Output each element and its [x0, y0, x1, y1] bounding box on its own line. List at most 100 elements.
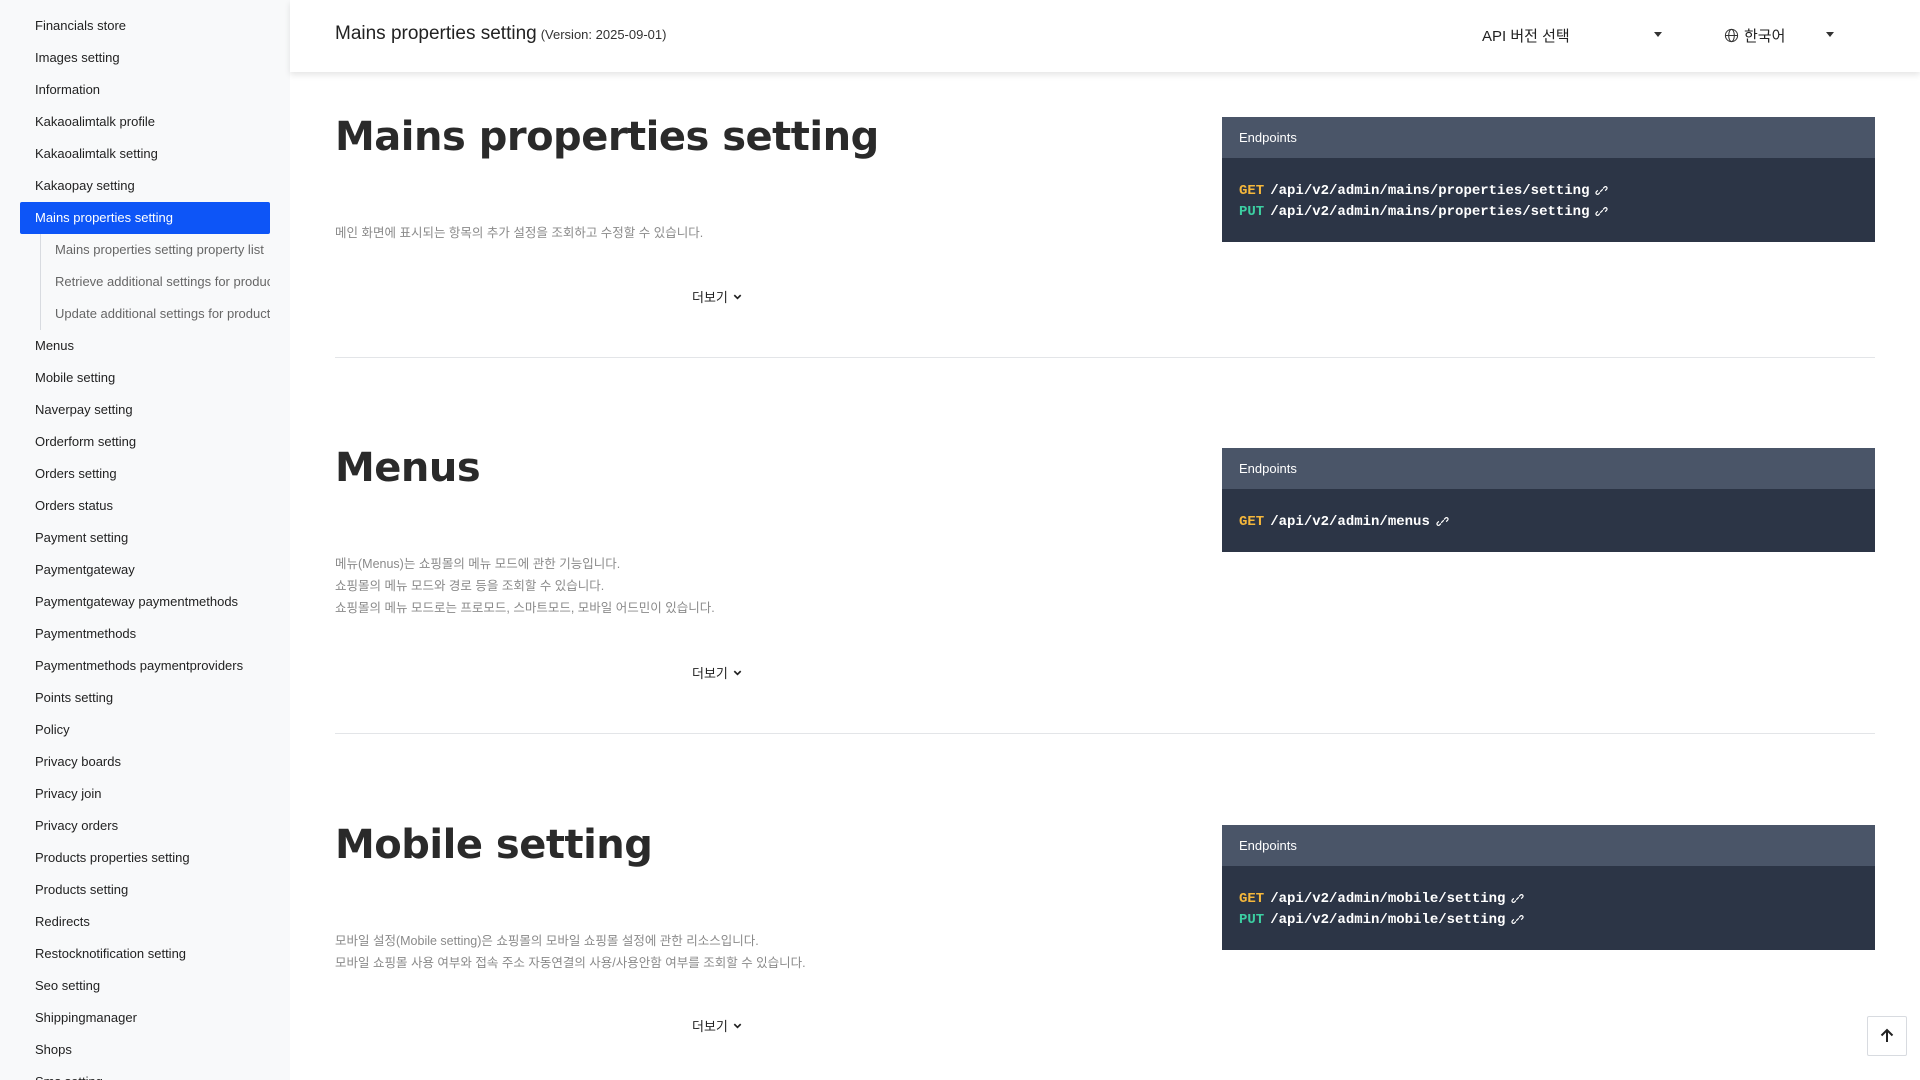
http-method: GET: [1239, 182, 1265, 199]
http-method: PUT: [1239, 911, 1265, 928]
sidebar-item[interactable]: Privacy boards: [20, 746, 270, 778]
http-method: GET: [1239, 513, 1265, 530]
sidebar-item[interactable]: Financials store: [20, 10, 270, 42]
endpoint-path: /api/v2/admin/mains/properties/setting: [1270, 182, 1590, 199]
description-line: 메뉴(Menus)는 쇼핑몰의 메뉴 모드에 관한 기능입니다.: [335, 557, 621, 571]
page-title: Mains properties setting (Version: 2025-0…: [335, 23, 666, 45]
section-title: Menus: [335, 445, 481, 491]
version-label: (Version: 2025-09-01): [540, 27, 667, 42]
more-button-label: 더보기: [692, 666, 728, 681]
sidebar-subitem[interactable]: Mains properties setting property list: [41, 234, 270, 266]
caret-down-icon: [1826, 32, 1834, 37]
sidebar-item[interactable]: Kakaopay setting: [20, 170, 270, 202]
endpoint-row[interactable]: GET /api/v2/admin/menus: [1239, 511, 1858, 532]
sidebar-item[interactable]: Paymentmethods paymentproviders: [20, 650, 270, 682]
page-title-text: Mains properties setting: [335, 23, 537, 44]
language-select[interactable]: 한국어: [1724, 22, 1834, 48]
sidebar-item[interactable]: Privacy join: [20, 778, 270, 810]
api-version-select-label: API 버전 선택: [1482, 27, 1570, 45]
sidebar-item[interactable]: Kakaoalimtalk setting: [20, 138, 270, 170]
sidebar-item[interactable]: Payment setting: [20, 522, 270, 554]
more-button[interactable]: 더보기: [692, 663, 743, 682]
top-header: Mains properties setting (Version: 2025-0…: [290, 0, 1920, 72]
sidebar-item[interactable]: Restocknotification setting: [20, 938, 270, 970]
endpoints-list: GET /api/v2/admin/menus: [1222, 489, 1875, 552]
sidebar-item[interactable]: Policy: [20, 714, 270, 746]
sidebar-item[interactable]: Redirects: [20, 906, 270, 938]
sidebar-item[interactable]: Shops: [20, 1034, 270, 1066]
endpoints-header: Endpoints: [1222, 825, 1875, 866]
sidebar-item[interactable]: Products setting: [20, 874, 270, 906]
endpoint-row[interactable]: GET /api/v2/admin/mains/properties/setti…: [1239, 180, 1858, 201]
language-select-label: 한국어: [1744, 27, 1786, 45]
description-line: 모바일 쇼핑몰 사용 여부와 접속 주소 자동연결의 사용/사용안함 여부를 조…: [335, 956, 806, 970]
section-title: Mains properties setting: [335, 114, 879, 160]
sidebar-item[interactable]: Menus: [20, 330, 270, 362]
sidebar-item[interactable]: Orders setting: [20, 458, 270, 490]
sidebar-item[interactable]: Information: [20, 74, 270, 106]
sidebar-item[interactable]: Privacy orders: [20, 810, 270, 842]
link-icon[interactable]: [1436, 515, 1449, 528]
description-line: 쇼핑몰의 메뉴 모드로는 프로모드, 스마트모드, 모바일 어드민이 있습니다.: [335, 601, 715, 615]
sidebar-subitem[interactable]: Retrieve additional settings for product…: [41, 266, 270, 298]
chevron-down-icon: [733, 294, 742, 300]
sidebar-item[interactable]: Paymentgateway paymentmethods: [20, 586, 270, 618]
endpoints-list: GET /api/v2/admin/mobile/setting PUT /ap…: [1222, 866, 1875, 950]
caret-down-icon: [1654, 32, 1662, 37]
sidebar-item[interactable]: Paymentmethods: [20, 618, 270, 650]
more-button-label: 더보기: [692, 290, 728, 305]
link-icon[interactable]: [1511, 892, 1525, 905]
sidebar-item[interactable]: Kakaoalimtalk profile: [20, 106, 270, 138]
section-divider: [335, 733, 1875, 734]
endpoints-panel: Endpoints GET /api/v2/admin/mains/proper…: [1222, 117, 1875, 242]
sidebar-item[interactable]: Naverpay setting: [20, 394, 270, 426]
sidebar-item[interactable]: Seo setting: [20, 970, 270, 1002]
endpoint-row[interactable]: PUT /api/v2/admin/mains/properties/setti…: [1239, 201, 1858, 222]
endpoint-row[interactable]: GET /api/v2/admin/mobile/setting: [1239, 888, 1858, 909]
section-description: 모바일 설정(Mobile setting)은 쇼핑몰의 모바일 쇼핑몰 설정에…: [335, 930, 806, 974]
sidebar-subitems: Mains properties setting property list R…: [40, 234, 270, 330]
section-title: Mobile setting: [335, 822, 653, 868]
chevron-down-icon: [733, 670, 742, 676]
http-method: PUT: [1239, 203, 1265, 220]
link-icon[interactable]: [1595, 205, 1609, 218]
link-icon[interactable]: [1595, 184, 1609, 197]
section-divider: [335, 357, 1875, 358]
description-line: 메인 화면에 표시되는 항목의 추가 설정을 조회하고 수정할 수 있습니다.: [335, 226, 704, 240]
description-line: 모바일 설정(Mobile setting)은 쇼핑몰의 모바일 쇼핑몰 설정에…: [335, 934, 759, 948]
endpoint-path: /api/v2/admin/mobile/setting: [1270, 911, 1506, 928]
globe-icon: [1724, 28, 1739, 42]
sidebar-item[interactable]: Sms setting: [20, 1066, 270, 1080]
endpoint-row[interactable]: PUT /api/v2/admin/mobile/setting: [1239, 909, 1858, 930]
endpoints-panel: Endpoints GET /api/v2/admin/mobile/setti…: [1222, 825, 1875, 950]
http-method: GET: [1239, 890, 1265, 907]
endpoints-panel: Endpoints GET /api/v2/admin/menus: [1222, 448, 1875, 552]
endpoint-path: /api/v2/admin/mains/properties/setting: [1270, 203, 1590, 220]
sidebar-item[interactable]: Images setting: [20, 42, 270, 74]
sidebar-item[interactable]: Products properties setting: [20, 842, 270, 874]
sidebar: Financials store Images setting Informat…: [0, 0, 290, 1080]
sidebar-item[interactable]: Orders status: [20, 490, 270, 522]
sidebar-item[interactable]: Shippingmanager: [20, 1002, 270, 1034]
api-version-select[interactable]: API 버전 선택: [1482, 22, 1662, 48]
endpoint-path: /api/v2/admin/menus: [1270, 513, 1430, 530]
more-button[interactable]: 더보기: [692, 1016, 743, 1035]
sidebar-item[interactable]: Orderform setting: [20, 426, 270, 458]
endpoints-header: Endpoints: [1222, 117, 1875, 158]
arrow-up-icon: [1880, 1028, 1894, 1042]
sidebar-item-active[interactable]: Mains properties setting: [20, 202, 270, 234]
section-description: 메인 화면에 표시되는 항목의 추가 설정을 조회하고 수정할 수 있습니다.: [335, 222, 703, 244]
sidebar-item[interactable]: Points setting: [20, 682, 270, 714]
sidebar-item[interactable]: Mobile setting: [20, 362, 270, 394]
endpoints-header: Endpoints: [1222, 448, 1875, 489]
sidebar-subitem[interactable]: Update additional settings for products: [41, 298, 270, 330]
chevron-down-icon: [733, 1023, 742, 1029]
scroll-to-top-button[interactable]: [1867, 1016, 1907, 1056]
section-description: 메뉴(Menus)는 쇼핑몰의 메뉴 모드에 관한 기능입니다. 쇼핑몰의 메뉴…: [335, 553, 715, 619]
description-line: 쇼핑몰의 메뉴 모드와 경로 등을 조회할 수 있습니다.: [335, 579, 605, 593]
endpoints-list: GET /api/v2/admin/mains/properties/setti…: [1222, 158, 1875, 242]
link-icon[interactable]: [1511, 913, 1525, 926]
endpoint-path: /api/v2/admin/mobile/setting: [1270, 890, 1506, 907]
sidebar-item[interactable]: Paymentgateway: [20, 554, 270, 586]
more-button[interactable]: 더보기: [692, 287, 743, 306]
